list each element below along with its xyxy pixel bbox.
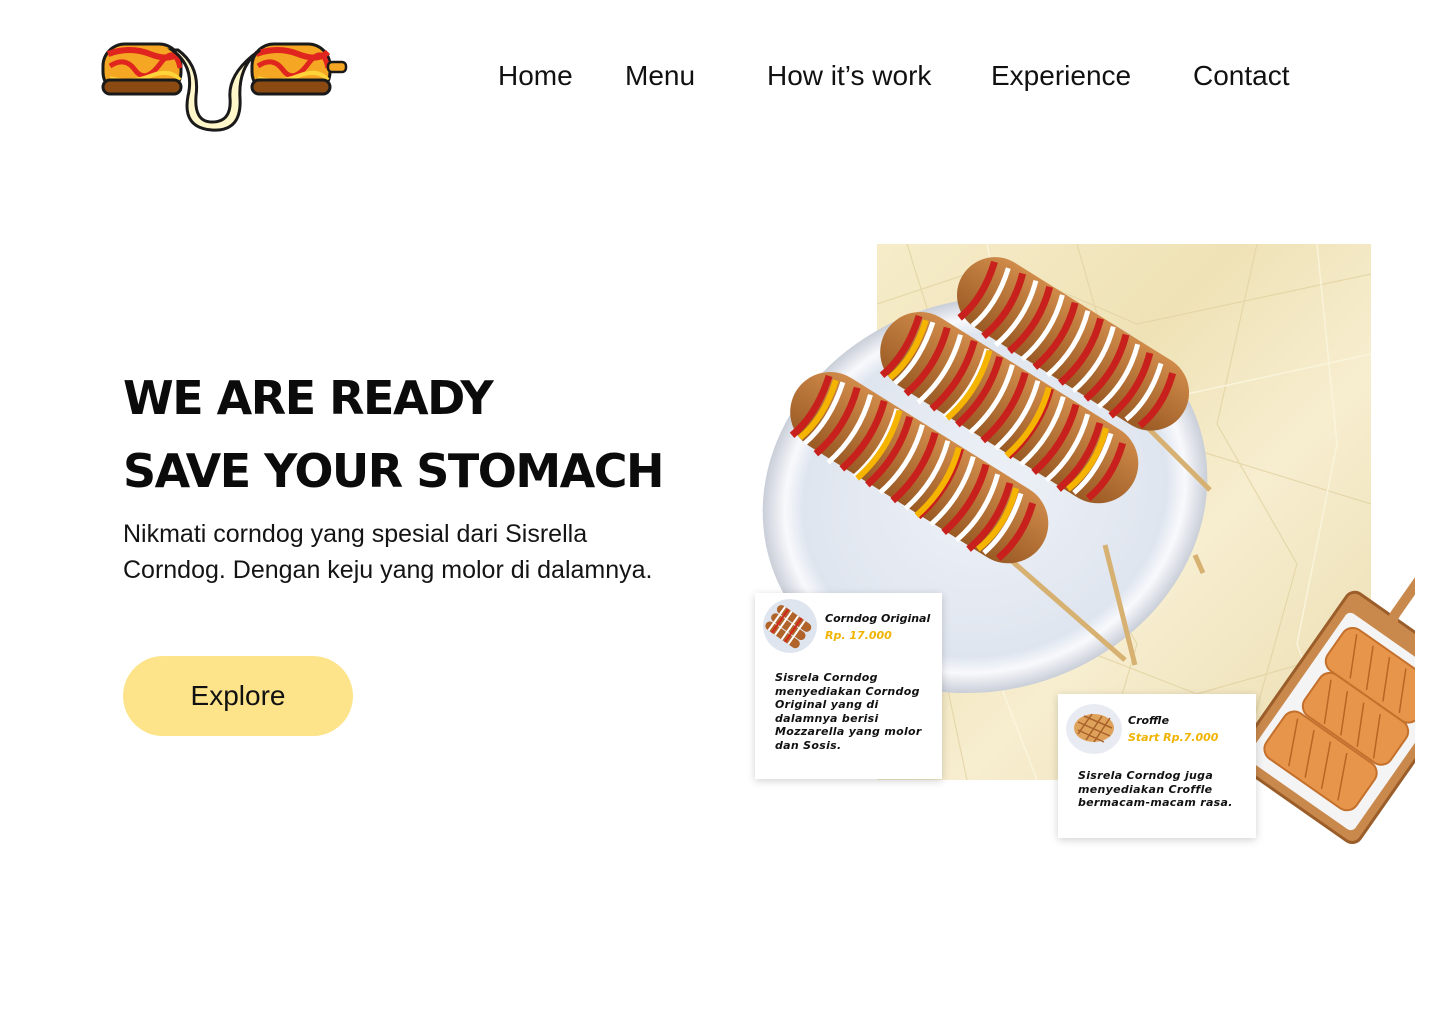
product-card-corndog[interactable]: Corndog Original Rp. 17.000 Sisrela Corn…	[755, 593, 942, 779]
explore-button[interactable]: Explore	[123, 656, 353, 736]
nav-item-home[interactable]: Home	[498, 60, 573, 92]
product-name: Croffle	[1128, 714, 1170, 727]
hero-title-line2: SAVE YOUR STOMACH	[123, 444, 664, 498]
croffle-thumbnail-icon	[1066, 704, 1122, 754]
nav-item-contact[interactable]: Contact	[1193, 60, 1290, 92]
product-description: Sisrela Corndog menyediakan Corndog Orig…	[775, 671, 922, 752]
product-price: Rp. 17.000	[825, 629, 892, 642]
hero-title: WE ARE READY SAVE YOUR STOMACH	[123, 362, 664, 508]
nav-item-experience[interactable]: Experience	[991, 60, 1131, 92]
main-nav: Home Menu How it’s work Experience Conta…	[0, 60, 1440, 100]
product-price: Start Rp.7.000	[1128, 731, 1219, 744]
nav-item-how-its-work[interactable]: How it’s work	[767, 60, 931, 92]
hero-description: Nikmati corndog yang spesial dari Sisrel…	[123, 520, 653, 584]
product-description: Sisrela Corndog juga menyediakan Croffle…	[1078, 769, 1233, 809]
product-card-croffle[interactable]: Croffle Start Rp.7.000 Sisrela Corndog j…	[1058, 694, 1256, 838]
corndog-thumbnail-icon	[763, 599, 817, 653]
corndog-thumbnail	[763, 599, 817, 653]
nav-item-menu[interactable]: Menu	[625, 60, 695, 92]
croffle-thumbnail	[1066, 704, 1122, 754]
product-name: Corndog Original	[825, 612, 931, 625]
hero-title-line1: WE ARE READY	[123, 371, 494, 425]
